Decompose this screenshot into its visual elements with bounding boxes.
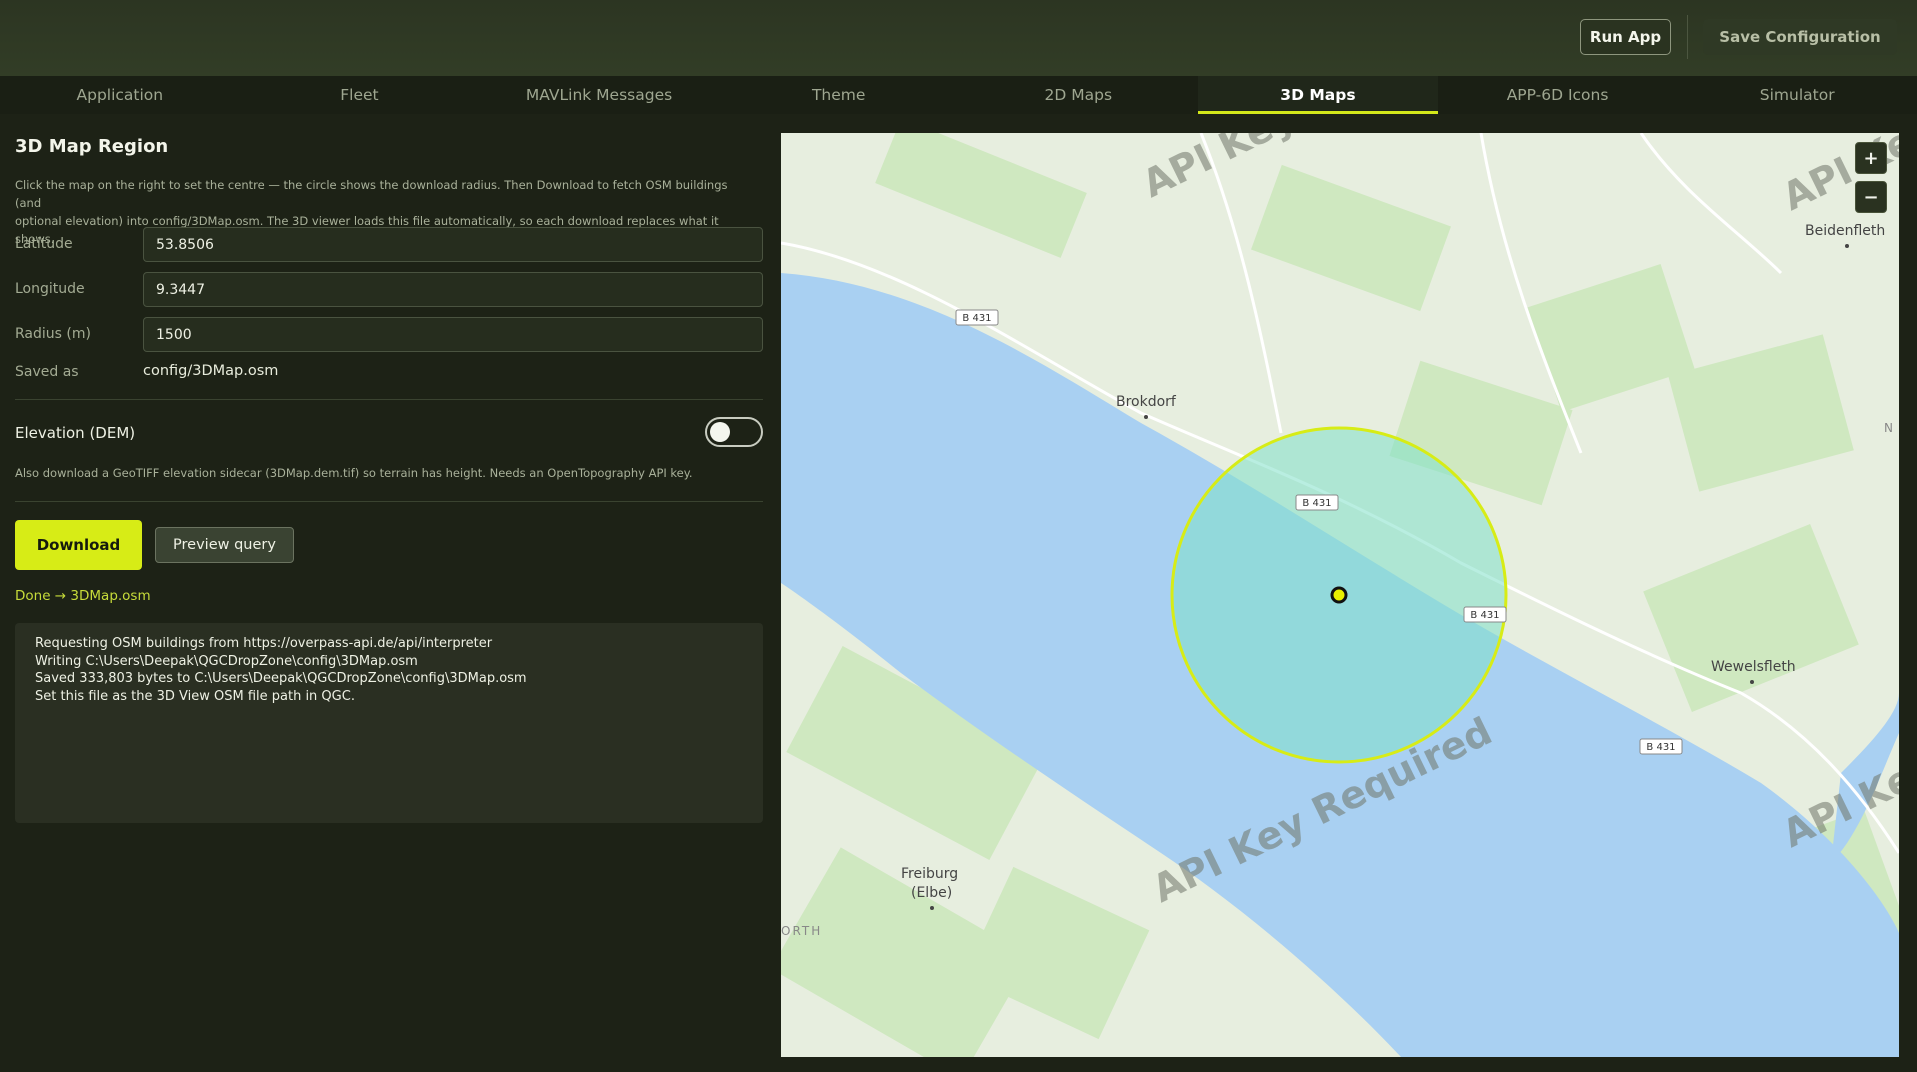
status-text: Done → 3DMap.osm — [15, 588, 151, 604]
tab-bar: Application Fleet MAVLink Messages Theme… — [0, 76, 1917, 114]
latitude-label: Latitude — [15, 236, 73, 252]
log-output[interactable]: Requesting OSM buildings from https://ov… — [15, 623, 763, 823]
log-line: Writing C:\Users\Deepak\QGCDropZone\conf… — [35, 653, 418, 669]
tab-mavlink-messages[interactable]: MAVLink Messages — [479, 76, 719, 114]
tab-3d-maps[interactable]: 3D Maps — [1198, 76, 1438, 114]
tab-app-6d-icons[interactable]: APP-6D Icons — [1438, 76, 1678, 114]
tab-fleet[interactable]: Fleet — [240, 76, 480, 114]
tab-simulator[interactable]: Simulator — [1677, 76, 1917, 114]
save-configuration-button[interactable]: Save Configuration — [1703, 19, 1897, 55]
place-label: Freiburg — [901, 866, 958, 882]
tab-application[interactable]: Application — [0, 76, 240, 114]
elevation-label: Elevation (DEM) — [15, 424, 136, 442]
preview-query-button[interactable]: Preview query — [155, 527, 294, 563]
log-line: Saved 333,803 bytes to C:\Users\Deepak\Q… — [35, 671, 527, 686]
longitude-input[interactable]: 9.3447 — [143, 272, 763, 307]
divider — [15, 501, 763, 502]
place-label: Brokdorf — [1116, 394, 1177, 410]
download-button[interactable]: Download — [15, 520, 142, 570]
radius-input[interactable]: 1500 — [143, 317, 763, 352]
map-view[interactable]: B 431 B 431 B 431 B 431 Brokdorf Beidenf… — [781, 133, 1899, 1057]
zoom-in-button[interactable]: + — [1855, 142, 1887, 174]
saved-as-value: config/3DMap.osm — [143, 363, 279, 379]
place-label: Beidenfleth — [1805, 223, 1885, 239]
longitude-label: Longitude — [15, 281, 85, 297]
radius-label: Radius (m) — [15, 326, 91, 342]
map-canvas[interactable]: B 431 B 431 B 431 B 431 Brokdorf Beidenf… — [781, 133, 1899, 1057]
toggle-knob — [710, 422, 730, 442]
top-toolbar: Run App Save Configuration — [0, 0, 1917, 76]
place-label: (Elbe) — [911, 885, 952, 901]
tab-2d-maps[interactable]: 2D Maps — [959, 76, 1199, 114]
place-label: ORTH — [781, 924, 822, 938]
center-marker-icon[interactable] — [1330, 586, 1348, 604]
road-label: B 431 — [1646, 742, 1675, 753]
road-label: B 431 — [1302, 498, 1331, 509]
description-line: Click the map on the right to set the ce… — [15, 178, 728, 210]
saved-as-label: Saved as — [15, 364, 79, 380]
elevation-toggle[interactable] — [705, 417, 763, 447]
tab-theme[interactable]: Theme — [719, 76, 959, 114]
zoom-out-button[interactable]: − — [1855, 181, 1887, 213]
log-line: Requesting OSM buildings from https://ov… — [35, 636, 493, 651]
run-app-button[interactable]: Run App — [1580, 19, 1671, 55]
road-label: B 431 — [1470, 610, 1499, 621]
log-line: Set this file as the 3D View OSM file pa… — [35, 688, 355, 704]
elevation-description: Also download a GeoTIFF elevation sideca… — [15, 466, 693, 480]
latitude-input[interactable]: 53.8506 — [143, 227, 763, 262]
road-label: B 431 — [962, 313, 991, 324]
divider — [15, 399, 763, 400]
page-title: 3D Map Region — [15, 136, 169, 157]
place-label: Wewelsfleth — [1711, 659, 1796, 675]
toolbar-divider — [1687, 15, 1688, 59]
place-label: N — [1884, 421, 1893, 435]
